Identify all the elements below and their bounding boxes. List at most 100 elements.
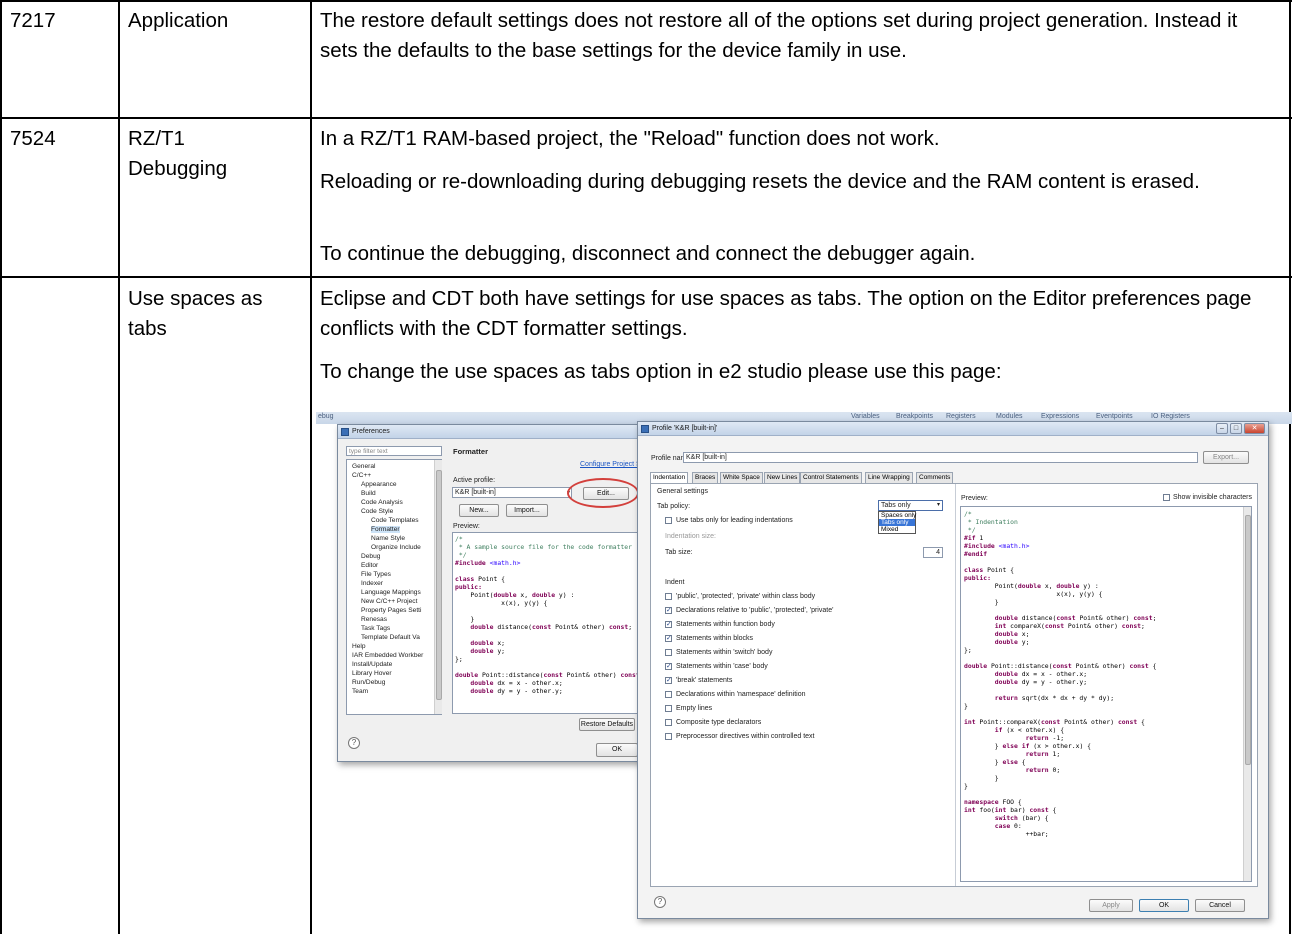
dropdown-option-mixed[interactable]: Mixed bbox=[879, 526, 915, 533]
tree-item-editor[interactable]: Editor bbox=[361, 562, 378, 569]
tab-size-input[interactable]: 4 bbox=[923, 547, 943, 558]
indent-option-label: Composite type declarators bbox=[676, 719, 762, 726]
tab-white-space[interactable]: White Space bbox=[720, 472, 763, 483]
issue-description-p3: To continue the debugging, disconnect an… bbox=[320, 242, 976, 265]
active-profile-label: Active profile: bbox=[453, 477, 496, 484]
tree-item-file-types[interactable]: File Types bbox=[361, 571, 391, 578]
profile-title: Profile 'K&R [built-in]' bbox=[652, 425, 718, 432]
filter-input[interactable]: type filter text bbox=[346, 446, 442, 456]
view-tab-breakpoints[interactable]: Breakpoints bbox=[896, 413, 933, 420]
tree-item-team[interactable]: Team bbox=[352, 688, 368, 695]
tree-item-name-style[interactable]: Name Style bbox=[371, 535, 405, 542]
tree-item-task-tags[interactable]: Task Tags bbox=[361, 625, 390, 632]
dropdown-option-spaces-only[interactable]: Spaces only bbox=[879, 512, 916, 519]
close-icon[interactable]: ✕ bbox=[1244, 423, 1265, 434]
profile-cancel-button[interactable]: Cancel bbox=[1195, 899, 1245, 912]
preferences-tree[interactable]: General C/C++ Appearance Build Code Anal… bbox=[346, 459, 442, 715]
tab-policy-value: Tabs only bbox=[881, 502, 911, 509]
view-tab-io-registers[interactable]: IO Registers bbox=[1151, 413, 1190, 420]
indent-option-checkbox[interactable] bbox=[665, 691, 672, 698]
preview-label: Preview: bbox=[961, 495, 988, 502]
tree-item-language-mappings[interactable]: Language Mappings bbox=[361, 589, 421, 596]
formatter-page-title: Formatter bbox=[453, 447, 489, 456]
profile-ok-button[interactable]: OK bbox=[1139, 899, 1189, 912]
indent-option-checkbox[interactable] bbox=[665, 593, 672, 600]
tree-item-formatter[interactable]: Formatter bbox=[371, 526, 400, 533]
indent-option-label: Preprocessor directives within controlle… bbox=[676, 733, 815, 740]
tree-item-run-debug[interactable]: Run/Debug bbox=[352, 679, 385, 686]
new-profile-button[interactable]: New... bbox=[459, 504, 499, 517]
tab-braces[interactable]: Braces bbox=[692, 472, 719, 483]
maximize-icon[interactable]: □ bbox=[1230, 423, 1242, 434]
issue-id: 7524 bbox=[10, 127, 56, 150]
view-tab-variables[interactable]: Variables bbox=[851, 413, 880, 420]
preview-scrollbar[interactable] bbox=[1243, 507, 1251, 881]
tab-comments[interactable]: Comments bbox=[916, 472, 954, 483]
tab-policy-select[interactable]: Tabs only ▾ bbox=[878, 500, 943, 511]
tree-item-new-cpp-project[interactable]: New C/C++ Project bbox=[361, 598, 417, 605]
indent-option-checkbox[interactable] bbox=[665, 719, 672, 726]
minimize-icon[interactable]: – bbox=[1216, 423, 1228, 434]
preview-scroll-thumb[interactable] bbox=[1245, 515, 1251, 765]
view-tab-modules[interactable]: Modules bbox=[996, 413, 1022, 420]
tree-item-iar[interactable]: IAR Embedded Workber bbox=[352, 652, 423, 659]
tree-item-organize-include[interactable]: Organize Include bbox=[371, 544, 421, 551]
indent-option-checkbox[interactable] bbox=[665, 620, 672, 628]
apply-button[interactable]: Apply bbox=[1089, 899, 1133, 912]
tab-line-wrapping[interactable]: Line Wrapping bbox=[865, 472, 913, 483]
tab-control-statements[interactable]: Control Statements bbox=[800, 472, 862, 483]
view-tab-registers[interactable]: Registers bbox=[946, 413, 976, 420]
tree-scrollbar[interactable] bbox=[434, 460, 442, 714]
use-tabs-leading-checkbox[interactable] bbox=[665, 517, 672, 524]
tree-item-cpp[interactable]: C/C++ bbox=[352, 472, 371, 479]
export-button[interactable]: Export... bbox=[1203, 451, 1249, 464]
dropdown-option-tabs-only[interactable]: Tabs only bbox=[879, 519, 915, 526]
indent-option-checkbox[interactable] bbox=[665, 634, 672, 642]
tree-item-template-default[interactable]: Template Default Va bbox=[361, 634, 420, 641]
tree-item-help[interactable]: Help bbox=[352, 643, 366, 650]
help-icon[interactable]: ? bbox=[654, 896, 666, 908]
indent-option-checkbox[interactable] bbox=[665, 662, 672, 670]
tree-scroll-thumb[interactable] bbox=[436, 470, 442, 700]
profile-window-icon bbox=[641, 425, 649, 433]
indent-option-checkbox[interactable] bbox=[665, 733, 672, 740]
show-invisible-checkbox[interactable] bbox=[1163, 494, 1170, 501]
tree-item-debug[interactable]: Debug bbox=[361, 553, 380, 560]
table-border-left bbox=[0, 0, 2, 934]
tree-item-appearance[interactable]: Appearance bbox=[361, 481, 397, 488]
configure-project-link[interactable]: Configure Project S bbox=[580, 461, 641, 468]
indent-option-label: Statements within 'switch' body bbox=[676, 649, 773, 656]
active-profile-select[interactable]: K&R [built-in] ▾ bbox=[452, 487, 572, 498]
tree-item-install-update[interactable]: Install/Update bbox=[352, 661, 392, 668]
tree-item-property-pages[interactable]: Property Pages Setti bbox=[361, 607, 421, 614]
tree-item-renesas[interactable]: Renesas bbox=[361, 616, 387, 623]
chevron-down-icon: ▾ bbox=[936, 502, 940, 508]
indent-option-checkbox[interactable] bbox=[665, 606, 672, 614]
profile-name-input[interactable]: K&R [built-in] bbox=[683, 452, 1198, 463]
indent-option-checkbox[interactable] bbox=[665, 649, 672, 656]
restore-defaults-button[interactable]: Restore Defaults bbox=[579, 718, 635, 731]
tree-item-code-style[interactable]: Code Style bbox=[361, 508, 393, 515]
tree-item-code-templates[interactable]: Code Templates bbox=[371, 517, 419, 524]
indent-option-checkbox[interactable] bbox=[665, 676, 672, 684]
preferences-titlebar: Preferences bbox=[338, 425, 656, 439]
preferences-ok-button[interactable]: OK bbox=[596, 743, 638, 757]
tree-item-general[interactable]: General bbox=[352, 463, 375, 470]
import-profile-button[interactable]: Import... bbox=[506, 504, 548, 517]
tree-item-code-analysis[interactable]: Code Analysis bbox=[361, 499, 403, 506]
tree-item-indexer[interactable]: Indexer bbox=[361, 580, 383, 587]
indent-option-label: Declarations relative to 'public', 'prot… bbox=[676, 607, 834, 614]
view-tab-eventpoints[interactable]: Eventpoints bbox=[1096, 413, 1133, 420]
issue-component: Use spaces as tabs bbox=[128, 287, 263, 340]
table-border-right bbox=[1289, 0, 1291, 934]
tab-new-lines[interactable]: New Lines bbox=[764, 472, 801, 483]
show-invisible-label: Show invisible characters bbox=[1173, 494, 1252, 501]
indent-option-checkbox[interactable] bbox=[665, 705, 672, 712]
tree-item-build[interactable]: Build bbox=[361, 490, 376, 497]
help-icon[interactable]: ? bbox=[348, 737, 360, 749]
tree-item-library-hover[interactable]: Library Hover bbox=[352, 670, 392, 677]
view-tab-expressions[interactable]: Expressions bbox=[1041, 413, 1079, 420]
indent-heading: Indent bbox=[665, 579, 685, 586]
preview-code: /* * A sample source file for the code f… bbox=[455, 535, 640, 695]
tab-policy-dropdown: Spaces only Tabs only Mixed bbox=[878, 511, 916, 534]
